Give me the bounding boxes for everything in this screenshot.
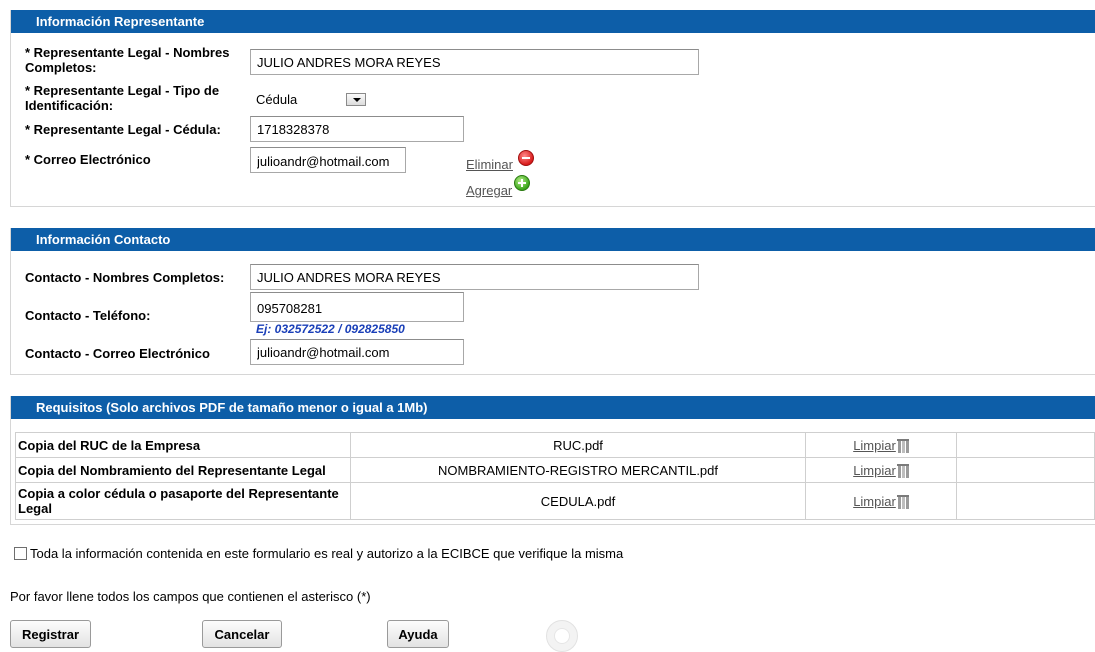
notice-text: Por favor llene todos los campos que con… bbox=[10, 589, 371, 604]
table-row: Copia del Nombramiento del Representante… bbox=[15, 457, 1095, 483]
table-row: Copia del RUC de la Empresa RUC.pdf Limp… bbox=[15, 432, 1095, 458]
eliminar-link[interactable]: Eliminar bbox=[466, 157, 513, 172]
declaracion-text: Toda la información contenida en este fo… bbox=[30, 546, 624, 561]
rep-tipo-id-value: Cédula bbox=[256, 92, 298, 107]
limpiar-cell: Limpiar bbox=[805, 432, 957, 458]
contacto-correo-input[interactable] bbox=[250, 339, 464, 365]
trash-icon[interactable] bbox=[896, 438, 909, 453]
limpiar-link[interactable]: Limpiar bbox=[853, 438, 896, 453]
trash-icon[interactable] bbox=[896, 494, 909, 509]
ayuda-button[interactable]: Ayuda bbox=[387, 620, 449, 648]
requisito-label: Copia del RUC de la Empresa bbox=[15, 432, 351, 458]
limpiar-cell: Limpiar bbox=[805, 457, 957, 483]
rep-tipo-id-label: * Representante Legal - Tipo de Identifi… bbox=[25, 83, 220, 113]
rep-nombres-label: * Representante Legal - Nombres Completo… bbox=[25, 45, 230, 75]
declaracion-checkbox[interactable] bbox=[14, 547, 27, 560]
agregar-link[interactable]: Agregar bbox=[466, 183, 512, 198]
contacto-nombres-input[interactable] bbox=[250, 264, 699, 290]
contacto-nombres-label: Contacto - Nombres Completos: bbox=[25, 270, 225, 285]
remove-icon[interactable] bbox=[518, 150, 534, 166]
loading-spinner-icon bbox=[546, 620, 578, 652]
requisito-file: RUC.pdf bbox=[350, 432, 806, 458]
cancelar-button[interactable]: Cancelar bbox=[202, 620, 282, 648]
representante-header: Información Representante bbox=[11, 10, 1095, 33]
table-row: Copia a color cédula o pasaporte del Rep… bbox=[15, 482, 1095, 520]
rep-cedula-label: * Representante Legal - Cédula: bbox=[25, 122, 221, 137]
requisito-label: Copia a color cédula o pasaporte del Rep… bbox=[15, 482, 351, 520]
limpiar-link[interactable]: Limpiar bbox=[853, 463, 896, 478]
contacto-telefono-input[interactable] bbox=[250, 292, 464, 322]
rep-correo-input[interactable] bbox=[250, 147, 406, 173]
empty-cell bbox=[956, 482, 1095, 520]
rep-correo-label: * Correo Electrónico bbox=[25, 152, 151, 167]
requisito-label: Copia del Nombramiento del Representante… bbox=[15, 457, 351, 483]
requisitos-table: Copia del RUC de la Empresa RUC.pdf Limp… bbox=[15, 432, 1095, 520]
contacto-telefono-label: Contacto - Teléfono: bbox=[25, 308, 151, 323]
rep-tipo-id-select[interactable]: Cédula bbox=[250, 90, 368, 110]
empty-cell bbox=[956, 457, 1095, 483]
requisito-file: CEDULA.pdf bbox=[350, 482, 806, 520]
rep-cedula-input[interactable] bbox=[250, 116, 464, 142]
limpiar-link[interactable]: Limpiar bbox=[853, 494, 896, 509]
requisito-file: NOMBRAMIENTO-REGISTRO MERCANTIL.pdf bbox=[350, 457, 806, 483]
requisitos-header: Requisitos (Solo archivos PDF de tamaño … bbox=[11, 396, 1095, 419]
chevron-down-icon[interactable] bbox=[346, 93, 366, 106]
empty-cell bbox=[956, 432, 1095, 458]
registrar-button[interactable]: Registrar bbox=[10, 620, 91, 648]
contacto-header: Información Contacto bbox=[11, 228, 1095, 251]
add-icon[interactable] bbox=[514, 175, 530, 191]
rep-nombres-input[interactable] bbox=[250, 49, 699, 75]
trash-icon[interactable] bbox=[896, 463, 909, 478]
contacto-correo-label: Contacto - Correo Electrónico bbox=[25, 346, 210, 361]
limpiar-cell: Limpiar bbox=[805, 482, 957, 520]
telefono-hint: Ej: 032572522 / 092825850 bbox=[256, 322, 405, 336]
